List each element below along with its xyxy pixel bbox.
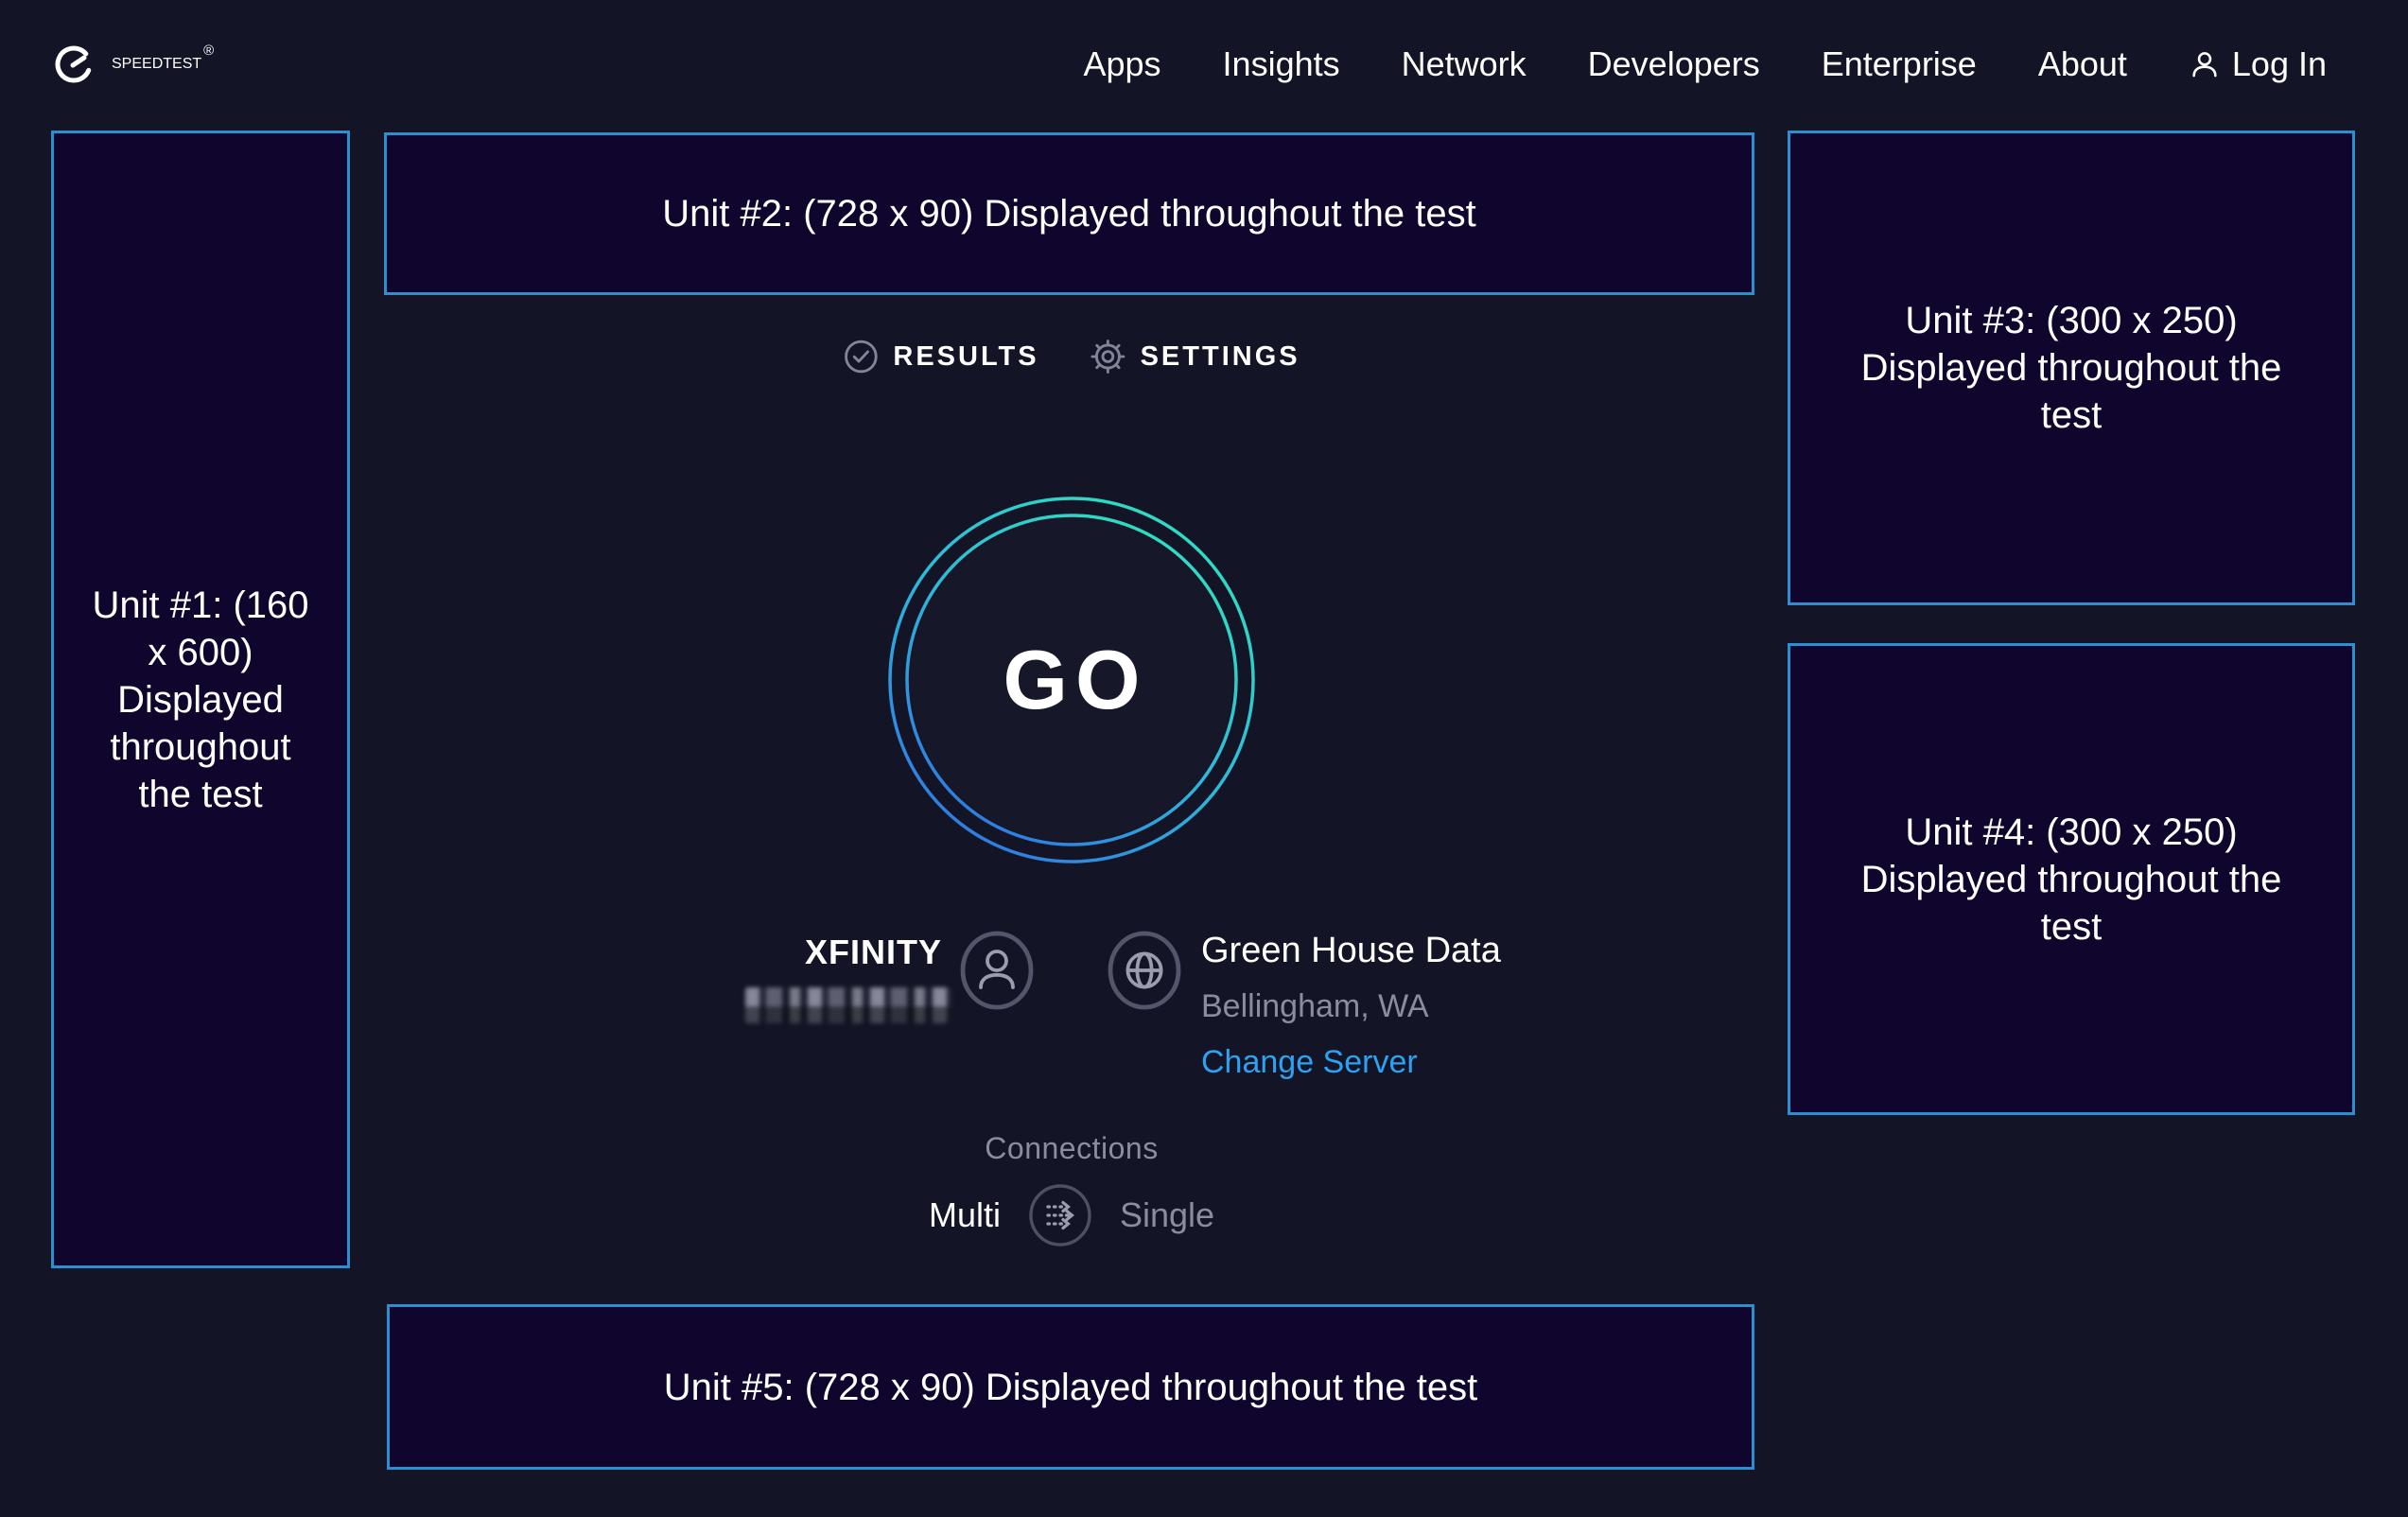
ad-unit-4[interactable]: Unit #4: (300 x 250) Displayed throughou… — [1788, 643, 2355, 1115]
isp-user-icon — [959, 930, 1035, 1016]
nav-item-developers[interactable]: Developers — [1588, 44, 1760, 84]
view-tabs: RESULTS — [843, 339, 1300, 375]
ad-unit-2[interactable]: Unit #2: (728 x 90) Displayed throughout… — [384, 132, 1754, 295]
speedtest-page: SPEEDTEST® Apps Insights Network Develop… — [0, 0, 2408, 1517]
nav-item-apps[interactable]: Apps — [1083, 44, 1160, 84]
ad-unit-5-text: Unit #5: (728 x 90) Displayed throughout… — [664, 1364, 1478, 1411]
isp-name: XFINITY — [805, 933, 942, 972]
check-circle-icon — [843, 339, 879, 375]
login-label: Log In — [2232, 44, 2327, 84]
ad-unit-3-text: Unit #3: (300 x 250) Displayed throughou… — [1859, 297, 2283, 439]
top-nav-bar: SPEEDTEST® Apps Insights Network Develop… — [0, 0, 2408, 129]
nav-item-enterprise[interactable]: Enterprise — [1822, 44, 1977, 84]
nav-item-insights[interactable]: Insights — [1223, 44, 1340, 84]
tab-settings-label: SETTINGS — [1141, 341, 1300, 373]
nav-item-network[interactable]: Network — [1402, 44, 1527, 84]
ad-unit-1[interactable]: Unit #1: (160 x 600) Displayed throughou… — [51, 131, 350, 1268]
ad-unit-4-text: Unit #4: (300 x 250) Displayed throughou… — [1859, 809, 2283, 950]
connections-row: Multi Single — [929, 1182, 1214, 1248]
ad-unit-3[interactable]: Unit #3: (300 x 250) Displayed throughou… — [1788, 131, 2355, 605]
ad-unit-5[interactable]: Unit #5: (728 x 90) Displayed throughout… — [387, 1304, 1754, 1470]
main-nav: Apps Insights Network Developers Enterpr… — [1083, 0, 2327, 129]
login-button[interactable]: Log In — [2189, 44, 2327, 84]
speedtest-logo[interactable]: SPEEDTEST® — [51, 0, 212, 129]
tab-results-label: RESULTS — [893, 341, 1038, 373]
logo-text: SPEEDTEST® — [112, 56, 212, 73]
tab-results[interactable]: RESULTS — [843, 339, 1038, 375]
connection-toggle[interactable] — [1027, 1182, 1093, 1248]
trademark-symbol: ® — [203, 43, 214, 59]
globe-icon — [1107, 930, 1182, 1016]
server-location: Bellingham, WA — [1201, 988, 1501, 1025]
connection-mode-multi[interactable]: Multi — [929, 1195, 1001, 1235]
redacted-ip — [745, 987, 951, 1023]
gear-icon — [1091, 339, 1126, 375]
server-name: Green House Data — [1201, 931, 1501, 971]
connections-label: Connections — [985, 1131, 1158, 1166]
ad-unit-1-text: Unit #1: (160 x 600) Displayed throughou… — [88, 582, 313, 818]
person-icon — [2189, 48, 2221, 80]
nav-item-about[interactable]: About — [2038, 44, 2127, 84]
multi-connections-icon — [1027, 1182, 1093, 1248]
ad-unit-2-text: Unit #2: (728 x 90) Displayed throughout… — [662, 190, 1476, 237]
server-info: Green House Data Bellingham, WA Change S… — [1201, 931, 1501, 1081]
speedometer-icon — [51, 42, 96, 87]
tab-settings[interactable]: SETTINGS — [1091, 339, 1300, 375]
go-button[interactable]: GO — [887, 496, 1256, 864]
go-button-label: GO — [887, 496, 1256, 864]
connection-mode-single[interactable]: Single — [1120, 1195, 1214, 1235]
change-server-link[interactable]: Change Server — [1201, 1044, 1418, 1081]
